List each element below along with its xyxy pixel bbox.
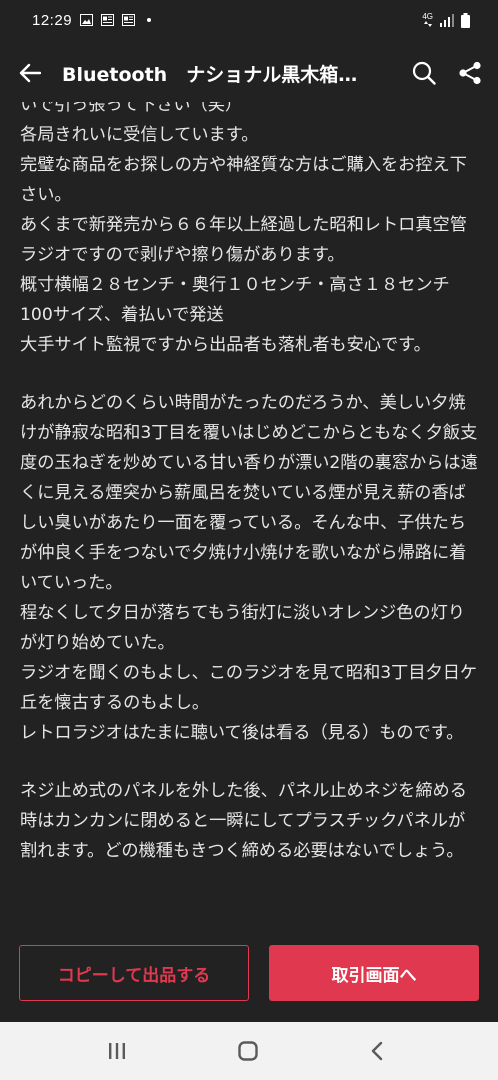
battery-icon (461, 12, 470, 28)
nav-back-icon (371, 1041, 383, 1061)
share-button[interactable] (456, 59, 484, 87)
trade-screen-button[interactable]: 取引画面へ (269, 945, 479, 1001)
description-paragraph: 各局きれいに受信しています。 (20, 125, 259, 145)
description-paragraph: レトロラジオはたまに聴いて後は看る（見る）ものです。 (20, 723, 464, 743)
home-icon (238, 1041, 258, 1061)
network-type: 4G (422, 12, 433, 21)
signal-icon (440, 13, 454, 27)
copy-and-list-button[interactable]: コピーして出品する (19, 945, 249, 1001)
description-paragraph: ラジオを聞くのもよし、このラジオを見て昭和3丁目夕日ケ丘を懐古するのもよし。 (20, 663, 478, 713)
description-paragraph: 大手サイト監視ですから出品者も落札者も安心です。 (20, 335, 431, 355)
item-description[interactable]: いで引っ張って下さい（笑） 各局きれいに受信しています。 完璧な商品をお探しの方… (0, 102, 498, 926)
recents-icon (109, 1043, 125, 1059)
description-body: いで引っ張って下さい（笑） 各局きれいに受信しています。 完璧な商品をお探しの方… (20, 102, 478, 866)
nav-back-button[interactable] (362, 1036, 392, 1066)
screen: 12:29 4G Bluetooth ナショナル黒木箱… いで引っ張って下さい（… (0, 0, 498, 1080)
description-paragraph: 100サイズ、着払いで発送 (20, 305, 224, 325)
description-paragraph: 概寸横幅２８センチ・奥行１０センチ・高さ１８センチ (20, 275, 450, 295)
home-button[interactable] (233, 1036, 263, 1066)
action-bar: コピーして出品する 取引画面へ (0, 926, 498, 1022)
search-button[interactable] (410, 59, 438, 87)
description-paragraph: いで引っ張って下さい（笑） (20, 102, 243, 115)
header-actions (410, 59, 484, 87)
data-arrows-icon (423, 21, 432, 27)
status-bar: 12:29 4G (0, 0, 498, 40)
app-header: Bluetooth ナショナル黒木箱… (0, 44, 498, 102)
recents-button[interactable] (102, 1036, 132, 1066)
status-time: 12:29 (32, 11, 73, 29)
share-icon (459, 61, 481, 85)
news-notification-icon (101, 14, 115, 26)
description-paragraph: あれからどのくらい時間がたったのだろうか、美しい夕焼けが静寂な昭和3丁目を覆いは… (20, 393, 478, 593)
news-notification-icon-2 (122, 14, 136, 26)
description-paragraph: ネジ止め式のパネルを外した後、パネル止めネジを締める時はカンカンに閉めると一瞬に… (20, 781, 467, 861)
description-paragraph: あくまで新発売から６６年以上経過した昭和レトロ真空管ラジオですので剥げや擦り傷が… (20, 215, 467, 265)
status-right: 4G (422, 12, 470, 28)
network-indicator: 4G (422, 13, 433, 27)
image-notification-icon (80, 14, 94, 26)
back-button[interactable] (14, 57, 46, 89)
system-nav-bar (0, 1022, 498, 1080)
more-notifications-dot-icon (147, 18, 152, 22)
status-left: 12:29 (32, 11, 152, 29)
page-title: Bluetooth ナショナル黒木箱… (62, 63, 358, 86)
search-icon (412, 61, 436, 85)
arrow-left-icon (19, 63, 41, 83)
description-paragraph: 程なくして夕日が落ちてもう街灯に淡いオレンジ色の灯りが灯り始めていた。 (20, 603, 465, 653)
description-paragraph: 完璧な商品をお探しの方や神経質な方はご購入をお控え下さい。 (20, 155, 467, 205)
